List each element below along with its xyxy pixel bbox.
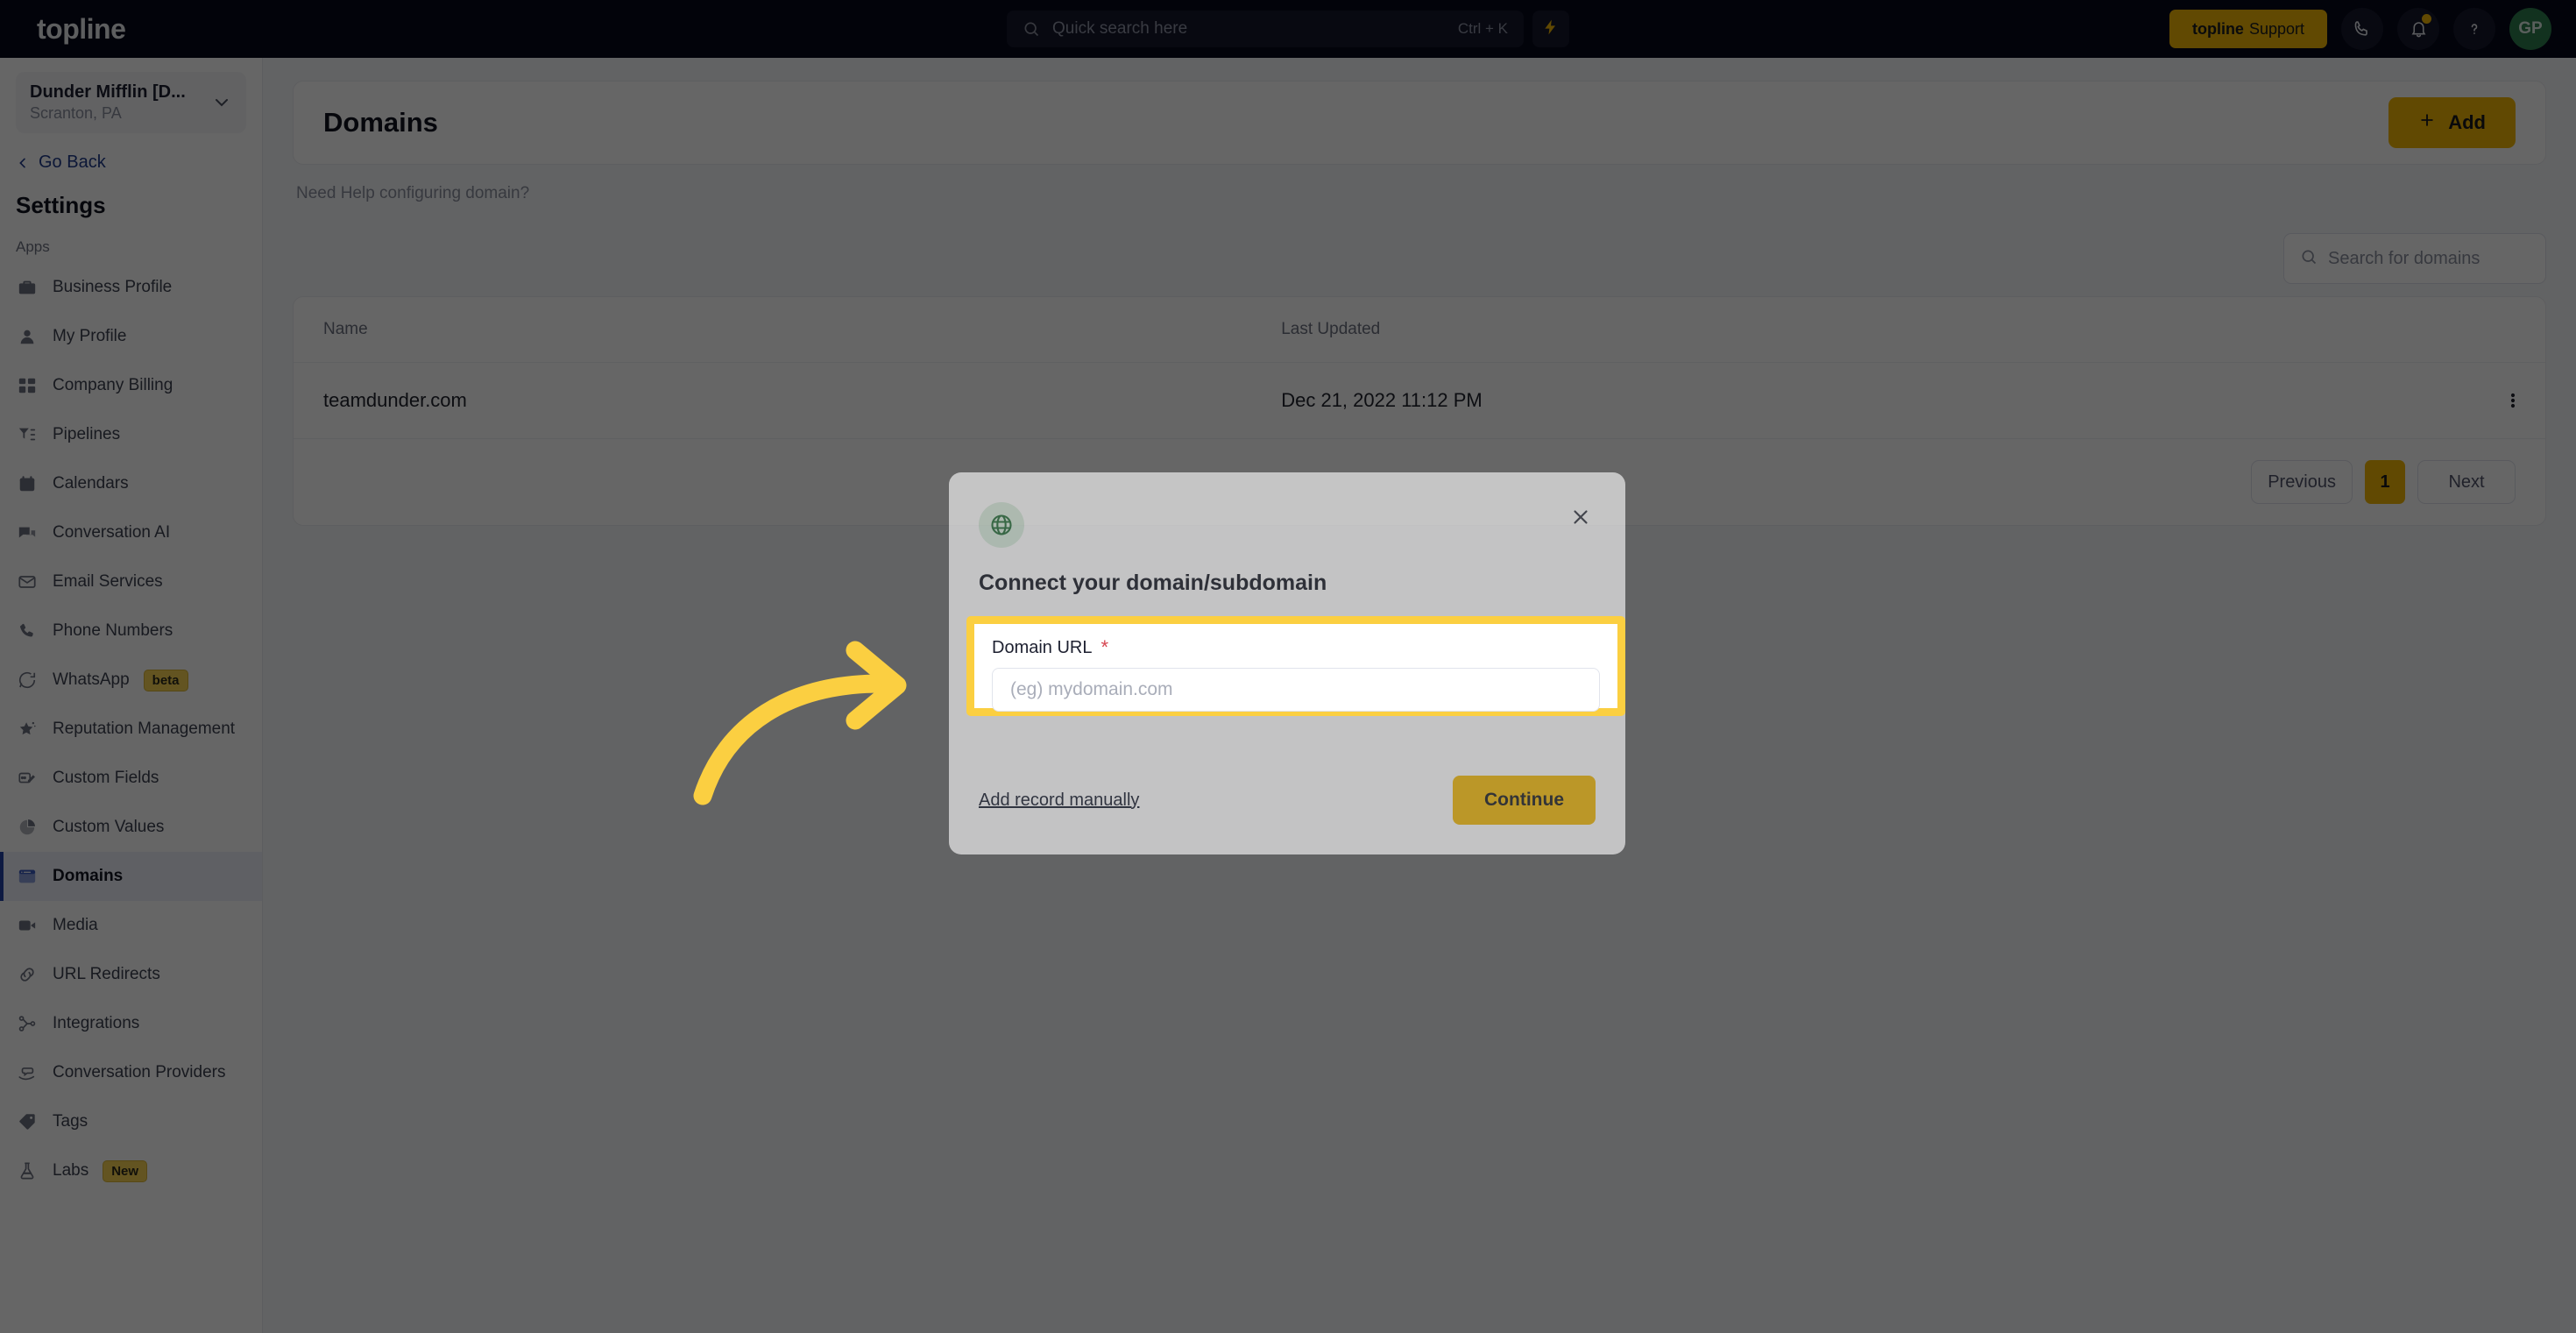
continue-button[interactable]: Continue (1453, 776, 1596, 825)
domain-url-placeholder: (eg) mydomain.com (1010, 679, 1173, 699)
close-button[interactable] (1566, 502, 1596, 532)
globe-icon (979, 502, 1024, 548)
close-x-icon (1569, 506, 1592, 528)
modal-title: Connect your domain/subdomain (979, 571, 1327, 595)
add-record-manually-link[interactable]: Add record manually (979, 791, 1139, 811)
modal-header (979, 502, 1596, 548)
required-asterisk: * (1100, 636, 1109, 658)
domain-url-field-highlight: Domain URL * (eg) mydomain.com (966, 616, 1625, 716)
domain-url-input[interactable]: (eg) mydomain.com (992, 668, 1600, 712)
domain-url-label-row: Domain URL * (992, 635, 1600, 661)
modal-footer: Add record manually Continue (979, 776, 1596, 854)
domain-url-label: Domain URL (992, 637, 1093, 657)
